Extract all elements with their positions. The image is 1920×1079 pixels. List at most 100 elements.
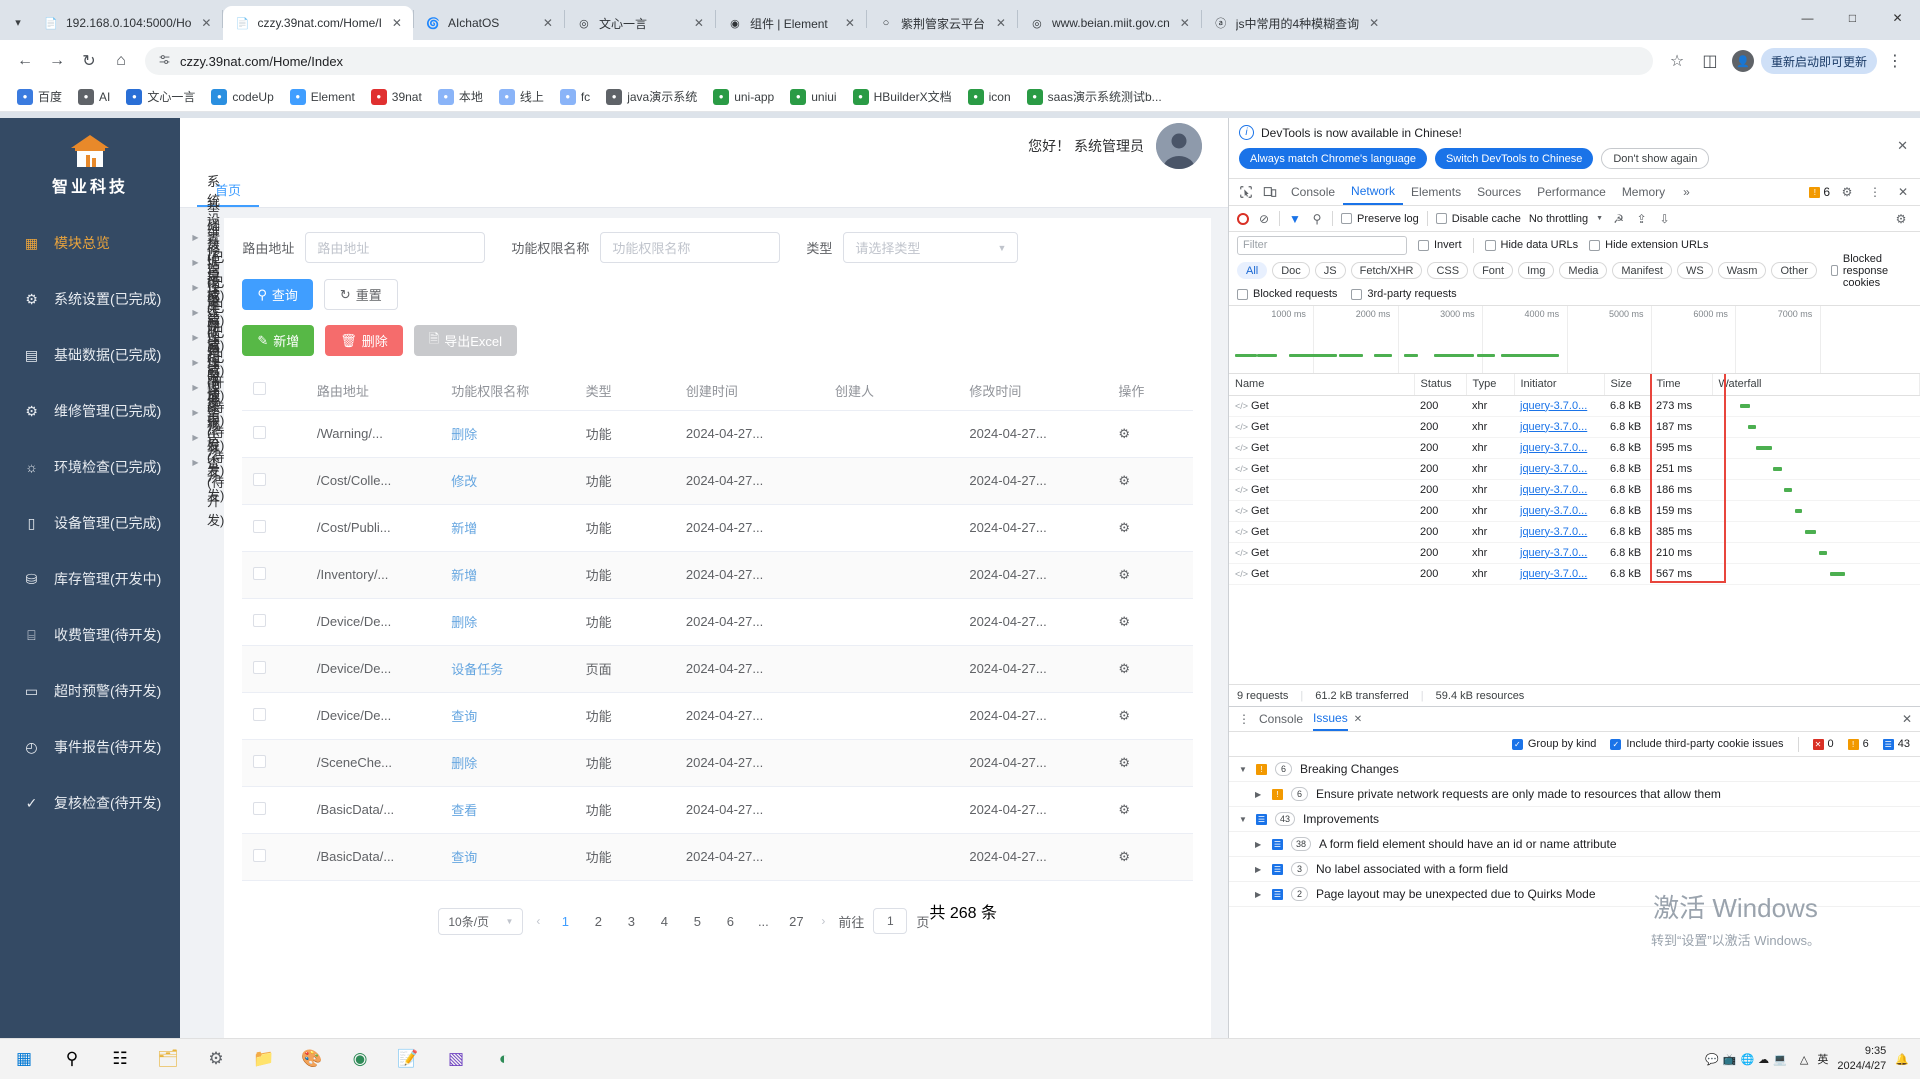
table-row[interactable]: /Cost/Colle... 修改 功能 2024-04-27... 2024-04-2…: [242, 457, 1194, 505]
issue-item-row[interactable]: ▶ ☰ 2 Page layout may be unexpected due to …: [1229, 882, 1920, 907]
prev-page-button[interactable]: ‹: [532, 914, 544, 928]
forward-icon[interactable]: →: [42, 46, 72, 76]
chevron-right-icon[interactable]: ▶: [190, 432, 201, 443]
gear-icon[interactable]: ⚙: [1118, 661, 1130, 676]
row-checkbox-cell[interactable]: [242, 833, 306, 881]
page-size-select[interactable]: 10条/页 ▼: [438, 907, 524, 935]
bookmark-item[interactable]: ● fc: [553, 87, 597, 107]
type-filter-chip[interactable]: CSS: [1427, 262, 1469, 279]
task-view-icon[interactable]: ☷: [96, 1039, 144, 1079]
close-tab-icon[interactable]: ✕: [993, 15, 1009, 31]
row-checkbox[interactable]: [253, 754, 267, 768]
type-filter-chip[interactable]: Media: [1559, 262, 1608, 279]
chevron-right-icon[interactable]: ▶: [190, 307, 201, 318]
network-conditions-icon[interactable]: ☭: [1611, 208, 1626, 230]
table-row[interactable]: /Cost/Publi... 新增 功能 2024-04-27... 2024-04-2…: [242, 504, 1194, 552]
bookmark-item[interactable]: ● 39nat: [364, 87, 429, 107]
table-row[interactable]: /BasicData/... 查看 功能 2024-04-27... 2024-04-2…: [242, 786, 1194, 834]
switch-to-chinese-button[interactable]: Switch DevTools to Chinese: [1434, 148, 1594, 169]
type-filter-chip[interactable]: JS: [1314, 262, 1346, 279]
taskbar-clock[interactable]: 9:35 2024/4/27: [1837, 1044, 1886, 1074]
warning-count-badge[interactable]: ! 6: [1809, 185, 1830, 199]
bookmark-star-icon[interactable]: ☆: [1662, 46, 1692, 76]
chevron-right-icon[interactable]: ▶: [190, 332, 201, 343]
cell-permission[interactable]: 新增: [440, 504, 575, 552]
table-row[interactable]: /Device/De... 设备任务 页面 2024-04-27... 2024-04-…: [242, 645, 1194, 693]
type-filter-chip[interactable]: Fetch/XHR: [1350, 262, 1423, 279]
chevron-right-icon[interactable]: ▶: [190, 257, 201, 268]
network-column-header[interactable]: Type: [1466, 374, 1515, 396]
request-initiator[interactable]: jquery-3.7.0...: [1514, 542, 1604, 564]
browser-tab[interactable]: ◉ 组件 | Element ✕: [716, 6, 866, 40]
side-panel-icon[interactable]: ◫: [1695, 46, 1725, 76]
sidebar-item-事件报告[interactable]: ◴ 事件报告(待开发): [0, 719, 180, 775]
taskbar-edge-icon[interactable]: ◐: [480, 1039, 528, 1079]
cell-actions[interactable]: ⚙: [1107, 551, 1194, 599]
cell-actions[interactable]: ⚙: [1107, 645, 1194, 693]
notifications-icon[interactable]: 🔔: [1895, 1053, 1909, 1066]
cell-permission[interactable]: 设备任务: [440, 645, 575, 693]
page-number-button[interactable]: 5: [685, 909, 709, 933]
goto-page-input[interactable]: 1: [873, 908, 908, 934]
devtools-tab-network[interactable]: Network: [1343, 179, 1404, 205]
taskbar-vscode-icon[interactable]: ▧: [432, 1039, 480, 1079]
filter-icon[interactable]: ▼: [1288, 208, 1302, 230]
select-all-checkbox[interactable]: [253, 382, 267, 396]
blocked-response-cookies-checkbox[interactable]: Blocked response cookies: [1830, 253, 1912, 289]
row-checkbox-cell[interactable]: [242, 786, 306, 834]
request-initiator[interactable]: jquery-3.7.0...: [1514, 500, 1604, 522]
browser-tab[interactable]: 📄 czzy.39nat.com/Home/I ✕: [223, 6, 413, 40]
add-button[interactable]: ✎ 新增: [242, 325, 315, 356]
close-tab-icon[interactable]: ✕: [691, 15, 707, 31]
sidebar-item-库存管理[interactable]: ⛁ 库存管理(开发中): [0, 551, 180, 607]
record-button-icon[interactable]: [1237, 212, 1249, 225]
cell-permission[interactable]: 修改: [440, 457, 575, 505]
type-filter-chip[interactable]: Font: [1473, 262, 1514, 279]
clear-network-icon[interactable]: ⊘: [1257, 208, 1271, 230]
bookmark-item[interactable]: ● icon: [961, 87, 1018, 107]
inspect-element-icon[interactable]: [1235, 181, 1257, 203]
close-tab-icon[interactable]: ✕: [540, 15, 556, 31]
drawer-tab-issues[interactable]: Issues: [1313, 707, 1348, 731]
issue-item-row[interactable]: ▶ ☰ 3 No label associated with a form field: [1229, 857, 1920, 882]
issue-group-row[interactable]: ▼ ☰ 43 Improvements: [1229, 807, 1920, 832]
request-initiator[interactable]: jquery-3.7.0...: [1514, 395, 1604, 417]
devtools-tab-elements[interactable]: Elements: [1403, 179, 1469, 205]
row-checkbox-cell[interactable]: [242, 598, 306, 646]
close-tab-icon[interactable]: ✕: [198, 15, 214, 31]
perm-input[interactable]: 功能权限名称: [600, 232, 781, 263]
request-initiator[interactable]: jquery-3.7.0...: [1514, 521, 1604, 543]
network-request-row[interactable]: </> Get 200 xhr jquery-3.7.0... 6.8 kB 210 ms: [1229, 542, 1920, 564]
sidebar-item-复核检查[interactable]: ✓ 复核检查(待开发): [0, 775, 180, 831]
issue-item-row[interactable]: ▶! 6 Ensure private network requests are o…: [1229, 782, 1920, 807]
page-number-button[interactable]: 3: [619, 909, 643, 933]
taskbar-folder-icon[interactable]: 📁: [240, 1039, 288, 1079]
browser-tab[interactable]: 📄 192.168.0.104:5000/Ho ✕: [32, 6, 222, 40]
cell-permission[interactable]: 删除: [440, 598, 575, 646]
network-request-row[interactable]: </> Get 200 xhr jquery-3.7.0... 6.8 kB 251 ms: [1229, 458, 1920, 480]
page-number-button[interactable]: 27: [784, 909, 808, 933]
row-checkbox[interactable]: [253, 425, 267, 439]
table-row[interactable]: /BasicData/... 查询 功能 2024-04-27... 2024-04-2…: [242, 833, 1194, 881]
row-checkbox[interactable]: [253, 801, 267, 815]
table-row[interactable]: /Device/De... 查询 功能 2024-04-27... 2024-04-27…: [242, 692, 1194, 740]
sidebar-item-维修管理[interactable]: ⚙ 维修管理(已完成): [0, 383, 180, 439]
home-icon[interactable]: ⌂: [106, 46, 136, 76]
table-row[interactable]: /SceneChe... 删除 功能 2024-04-27... 2024-04-27.…: [242, 739, 1194, 787]
browser-menu-icon[interactable]: ⋮: [1880, 46, 1910, 76]
sidebar-item-系统设置[interactable]: ⚙ 系统设置(已完成): [0, 271, 180, 327]
browser-tab[interactable]: ◎ www.beian.miit.gov.cn ✕: [1018, 6, 1201, 40]
close-tab-icon[interactable]: ✕: [1177, 15, 1193, 31]
devtools-tab-sources[interactable]: Sources: [1469, 179, 1529, 205]
always-match-language-button[interactable]: Always match Chrome's language: [1239, 148, 1427, 169]
bookmark-item[interactable]: ● 线上: [492, 86, 551, 107]
chevron-right-icon[interactable]: ▶: [1255, 840, 1264, 849]
bookmark-item[interactable]: ● 文心一言: [119, 86, 202, 107]
cell-permission[interactable]: 新增: [440, 551, 575, 599]
row-checkbox-cell[interactable]: [242, 504, 306, 552]
page-number-button[interactable]: 4: [652, 909, 676, 933]
sidebar-item-环境检查[interactable]: ☼ 环境检查(已完成): [0, 439, 180, 495]
chevron-right-icon[interactable]: ▶: [190, 407, 201, 418]
network-column-header[interactable]: Status: [1414, 374, 1467, 396]
sidebar-item-超时预警[interactable]: ▭ 超时预警(待开发): [0, 663, 180, 719]
